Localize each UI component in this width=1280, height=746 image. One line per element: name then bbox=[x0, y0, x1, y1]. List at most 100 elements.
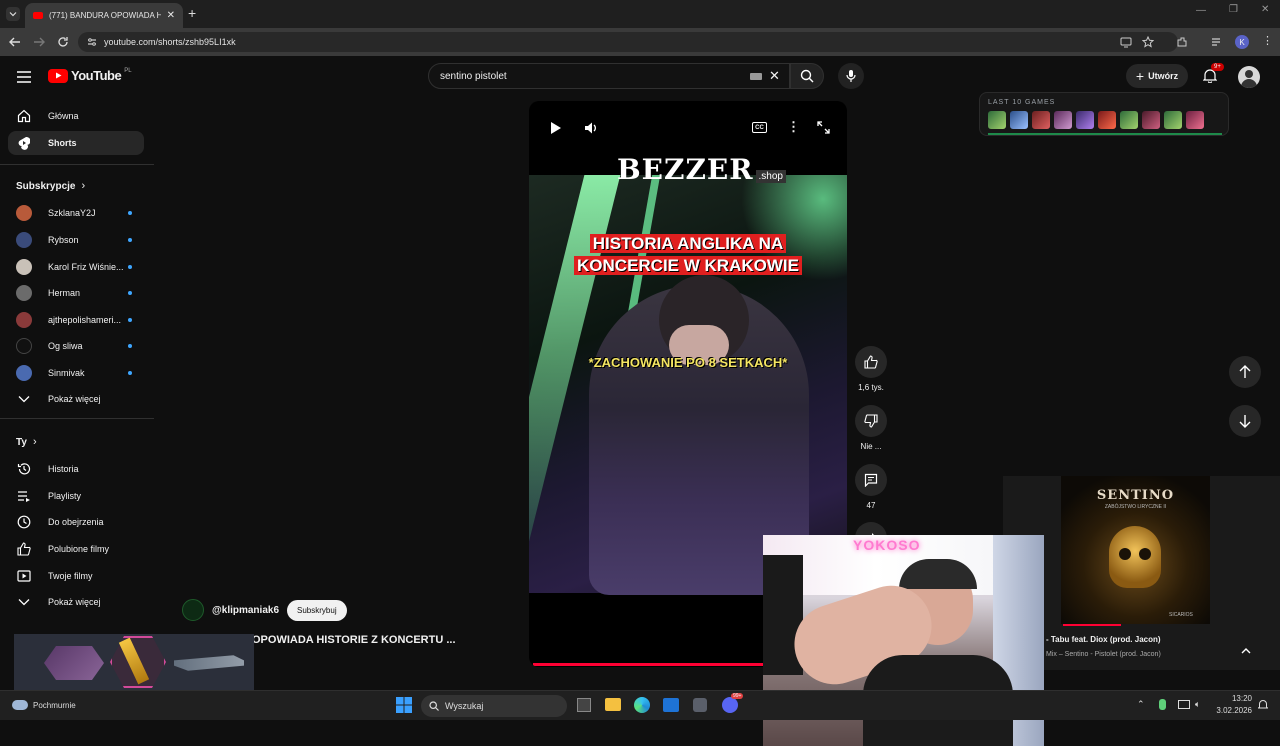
you-title: Ty bbox=[16, 436, 27, 448]
search-input[interactable]: sentino pistolet ✕ bbox=[428, 63, 790, 89]
show-more-subscriptions[interactable]: Pokaż więcej bbox=[8, 387, 144, 411]
arrow-up-icon bbox=[1239, 365, 1251, 378]
voice-search-button[interactable] bbox=[838, 63, 864, 89]
keyboard-icon[interactable] bbox=[750, 73, 762, 80]
chevron-right-icon: › bbox=[81, 180, 86, 192]
sidebar-item-subscription[interactable]: ajthepolishameri... bbox=[8, 308, 144, 332]
maximize-button[interactable]: ❐ bbox=[1229, 4, 1238, 15]
notification-bell-icon[interactable] bbox=[1258, 699, 1268, 710]
next-short-button[interactable] bbox=[1229, 405, 1261, 437]
browser-tab[interactable]: (771) BANDURA OPOWIADA H ✕ bbox=[25, 3, 183, 28]
more-options-icon[interactable]: ⋮ bbox=[787, 119, 800, 135]
edge-icon[interactable] bbox=[634, 697, 650, 713]
youtube-page: YouTube PL sentino pistolet ✕ + Utwórz 9… bbox=[0, 56, 1280, 746]
clock-date[interactable]: 3.02.2026 bbox=[1212, 706, 1252, 715]
sidebar-item-your-videos[interactable]: Twoje filmy bbox=[8, 564, 144, 588]
channel-handle[interactable]: @klipmaniak6 bbox=[212, 605, 279, 616]
youtube-logo[interactable]: YouTube PL bbox=[48, 68, 132, 83]
browser-tab-bar: (771) BANDURA OPOWIADA H ✕ + — ❐ ✕ bbox=[0, 0, 1280, 28]
channel-avatar[interactable] bbox=[182, 599, 204, 621]
notifications-button[interactable]: 9+ bbox=[1203, 63, 1224, 83]
you-heading[interactable]: Ty › bbox=[16, 436, 37, 448]
thumb-up-icon bbox=[864, 355, 878, 369]
discord-icon[interactable]: 99+ bbox=[722, 693, 744, 713]
taskbar-search[interactable]: Wyszukaj bbox=[421, 695, 567, 717]
sidebar-item-label: Główna bbox=[48, 111, 79, 121]
sidebar-item-subscription[interactable]: SzklanaY2J bbox=[8, 201, 144, 225]
sidebar-item-subscription[interactable]: Og sliwa bbox=[8, 334, 144, 358]
play-icon[interactable] bbox=[550, 121, 562, 135]
previous-short-button[interactable] bbox=[1229, 356, 1261, 388]
tray-volume-icon[interactable]: 🔈︎ bbox=[1195, 699, 1200, 710]
sidebar-item-playlists[interactable]: Playlisty bbox=[8, 484, 144, 508]
like-button[interactable] bbox=[855, 346, 887, 378]
minimize-button[interactable]: — bbox=[1196, 5, 1206, 16]
create-label: Utwórz bbox=[1148, 71, 1179, 81]
account-avatar[interactable] bbox=[1238, 66, 1260, 88]
channel-avatar bbox=[16, 338, 32, 354]
expand-up-icon[interactable] bbox=[1241, 647, 1251, 654]
browser-menu-icon[interactable]: ⋮ bbox=[1262, 34, 1273, 47]
close-window-button[interactable]: ✕ bbox=[1261, 4, 1269, 15]
weather-icon[interactable] bbox=[12, 700, 28, 710]
channel-avatar bbox=[16, 232, 32, 248]
hamburger-menu-icon[interactable] bbox=[17, 71, 31, 83]
extensions-icon[interactable] bbox=[1176, 36, 1188, 48]
subscribe-button[interactable]: Subskrybuj bbox=[287, 599, 347, 621]
address-bar[interactable]: youtube.com/shorts/zshb95LI1xk bbox=[78, 32, 1178, 52]
sidebar-item-subscription[interactable]: Herman bbox=[8, 281, 144, 305]
tab-close-icon[interactable]: ✕ bbox=[167, 10, 175, 21]
dislike-button[interactable] bbox=[855, 405, 887, 437]
playlist-icon bbox=[16, 488, 32, 504]
cast-icon[interactable] bbox=[1120, 36, 1132, 48]
search-button[interactable] bbox=[790, 63, 824, 89]
tray-network-icon[interactable] bbox=[1178, 700, 1190, 709]
new-tab-button[interactable]: + bbox=[188, 5, 196, 21]
tray-chevron-up-icon[interactable]: ⌃ bbox=[1137, 699, 1145, 710]
mini-player-subtitle: Mix – Sentino - Pistolet (prod. Jacon) bbox=[1046, 651, 1161, 658]
windows-start-icon[interactable] bbox=[396, 697, 412, 713]
sidebar-item-history[interactable]: Historia bbox=[8, 457, 144, 481]
task-view-icon[interactable] bbox=[577, 698, 591, 712]
sidebar-item-watch-later[interactable]: Do obejrzenia bbox=[8, 510, 144, 534]
clock-time[interactable]: 13:20 bbox=[1220, 694, 1252, 703]
thumb-up-icon bbox=[16, 541, 32, 557]
weather-label[interactable]: Pochmurnie bbox=[33, 701, 76, 710]
tray-microphone-icon[interactable] bbox=[1159, 699, 1166, 710]
mini-player[interactable]: SENTINO ZABÓJSTWO LIRYCZNE II SICARIOS -… bbox=[1003, 476, 1280, 670]
comments-button[interactable] bbox=[855, 464, 887, 496]
channel-name: Og sliwa bbox=[48, 341, 83, 351]
forward-icon[interactable] bbox=[33, 37, 45, 47]
sidebar-item-shorts[interactable]: Shorts bbox=[8, 131, 144, 155]
media-control-icon[interactable] bbox=[1211, 36, 1223, 48]
file-explorer-icon[interactable] bbox=[605, 698, 621, 711]
bookmark-star-icon[interactable] bbox=[1142, 36, 1154, 48]
outlook-icon[interactable] bbox=[663, 698, 679, 712]
captions-icon[interactable]: CC bbox=[752, 122, 767, 133]
volume-icon[interactable] bbox=[584, 121, 598, 135]
sidebar: Główna Shorts Subskrypcje › SzklanaY2J R… bbox=[0, 100, 154, 690]
store-icon[interactable] bbox=[693, 698, 707, 712]
sidebar-item-liked[interactable]: Polubione filmy bbox=[8, 537, 144, 561]
reload-icon[interactable] bbox=[57, 36, 69, 48]
clear-search-icon[interactable]: ✕ bbox=[769, 68, 780, 84]
brand-text: BEZZER bbox=[617, 153, 754, 186]
site-info-icon[interactable] bbox=[87, 37, 97, 47]
fullscreen-icon[interactable] bbox=[817, 121, 830, 134]
sidebar-item-subscription[interactable]: Rybson bbox=[8, 228, 144, 252]
tab-search-button[interactable] bbox=[6, 7, 20, 21]
chevron-down-icon bbox=[16, 391, 32, 407]
notification-badge: 9+ bbox=[1211, 63, 1224, 71]
sidebar-item-subscription[interactable]: Sinmivak bbox=[8, 361, 144, 385]
sidebar-item-home[interactable]: Główna bbox=[8, 104, 144, 128]
sidebar-item-subscription[interactable]: Karol Friz Wiśnie... bbox=[8, 255, 144, 279]
caption-line-2: KONCERCIE W KRAKOWIE bbox=[529, 256, 847, 276]
back-icon[interactable] bbox=[9, 37, 21, 47]
create-button[interactable]: + Utwórz bbox=[1126, 64, 1188, 88]
subscriptions-heading[interactable]: Subskrypcje › bbox=[16, 180, 85, 192]
show-more-you[interactable]: Pokaż więcej bbox=[8, 590, 144, 614]
games-title: LAST 10 GAMES bbox=[988, 99, 1056, 106]
profile-avatar[interactable]: K bbox=[1235, 35, 1249, 49]
search-value: sentino pistolet bbox=[440, 70, 507, 82]
mini-player-title: - Tabu feat. Diox (prod. Jacon) bbox=[1046, 635, 1161, 644]
